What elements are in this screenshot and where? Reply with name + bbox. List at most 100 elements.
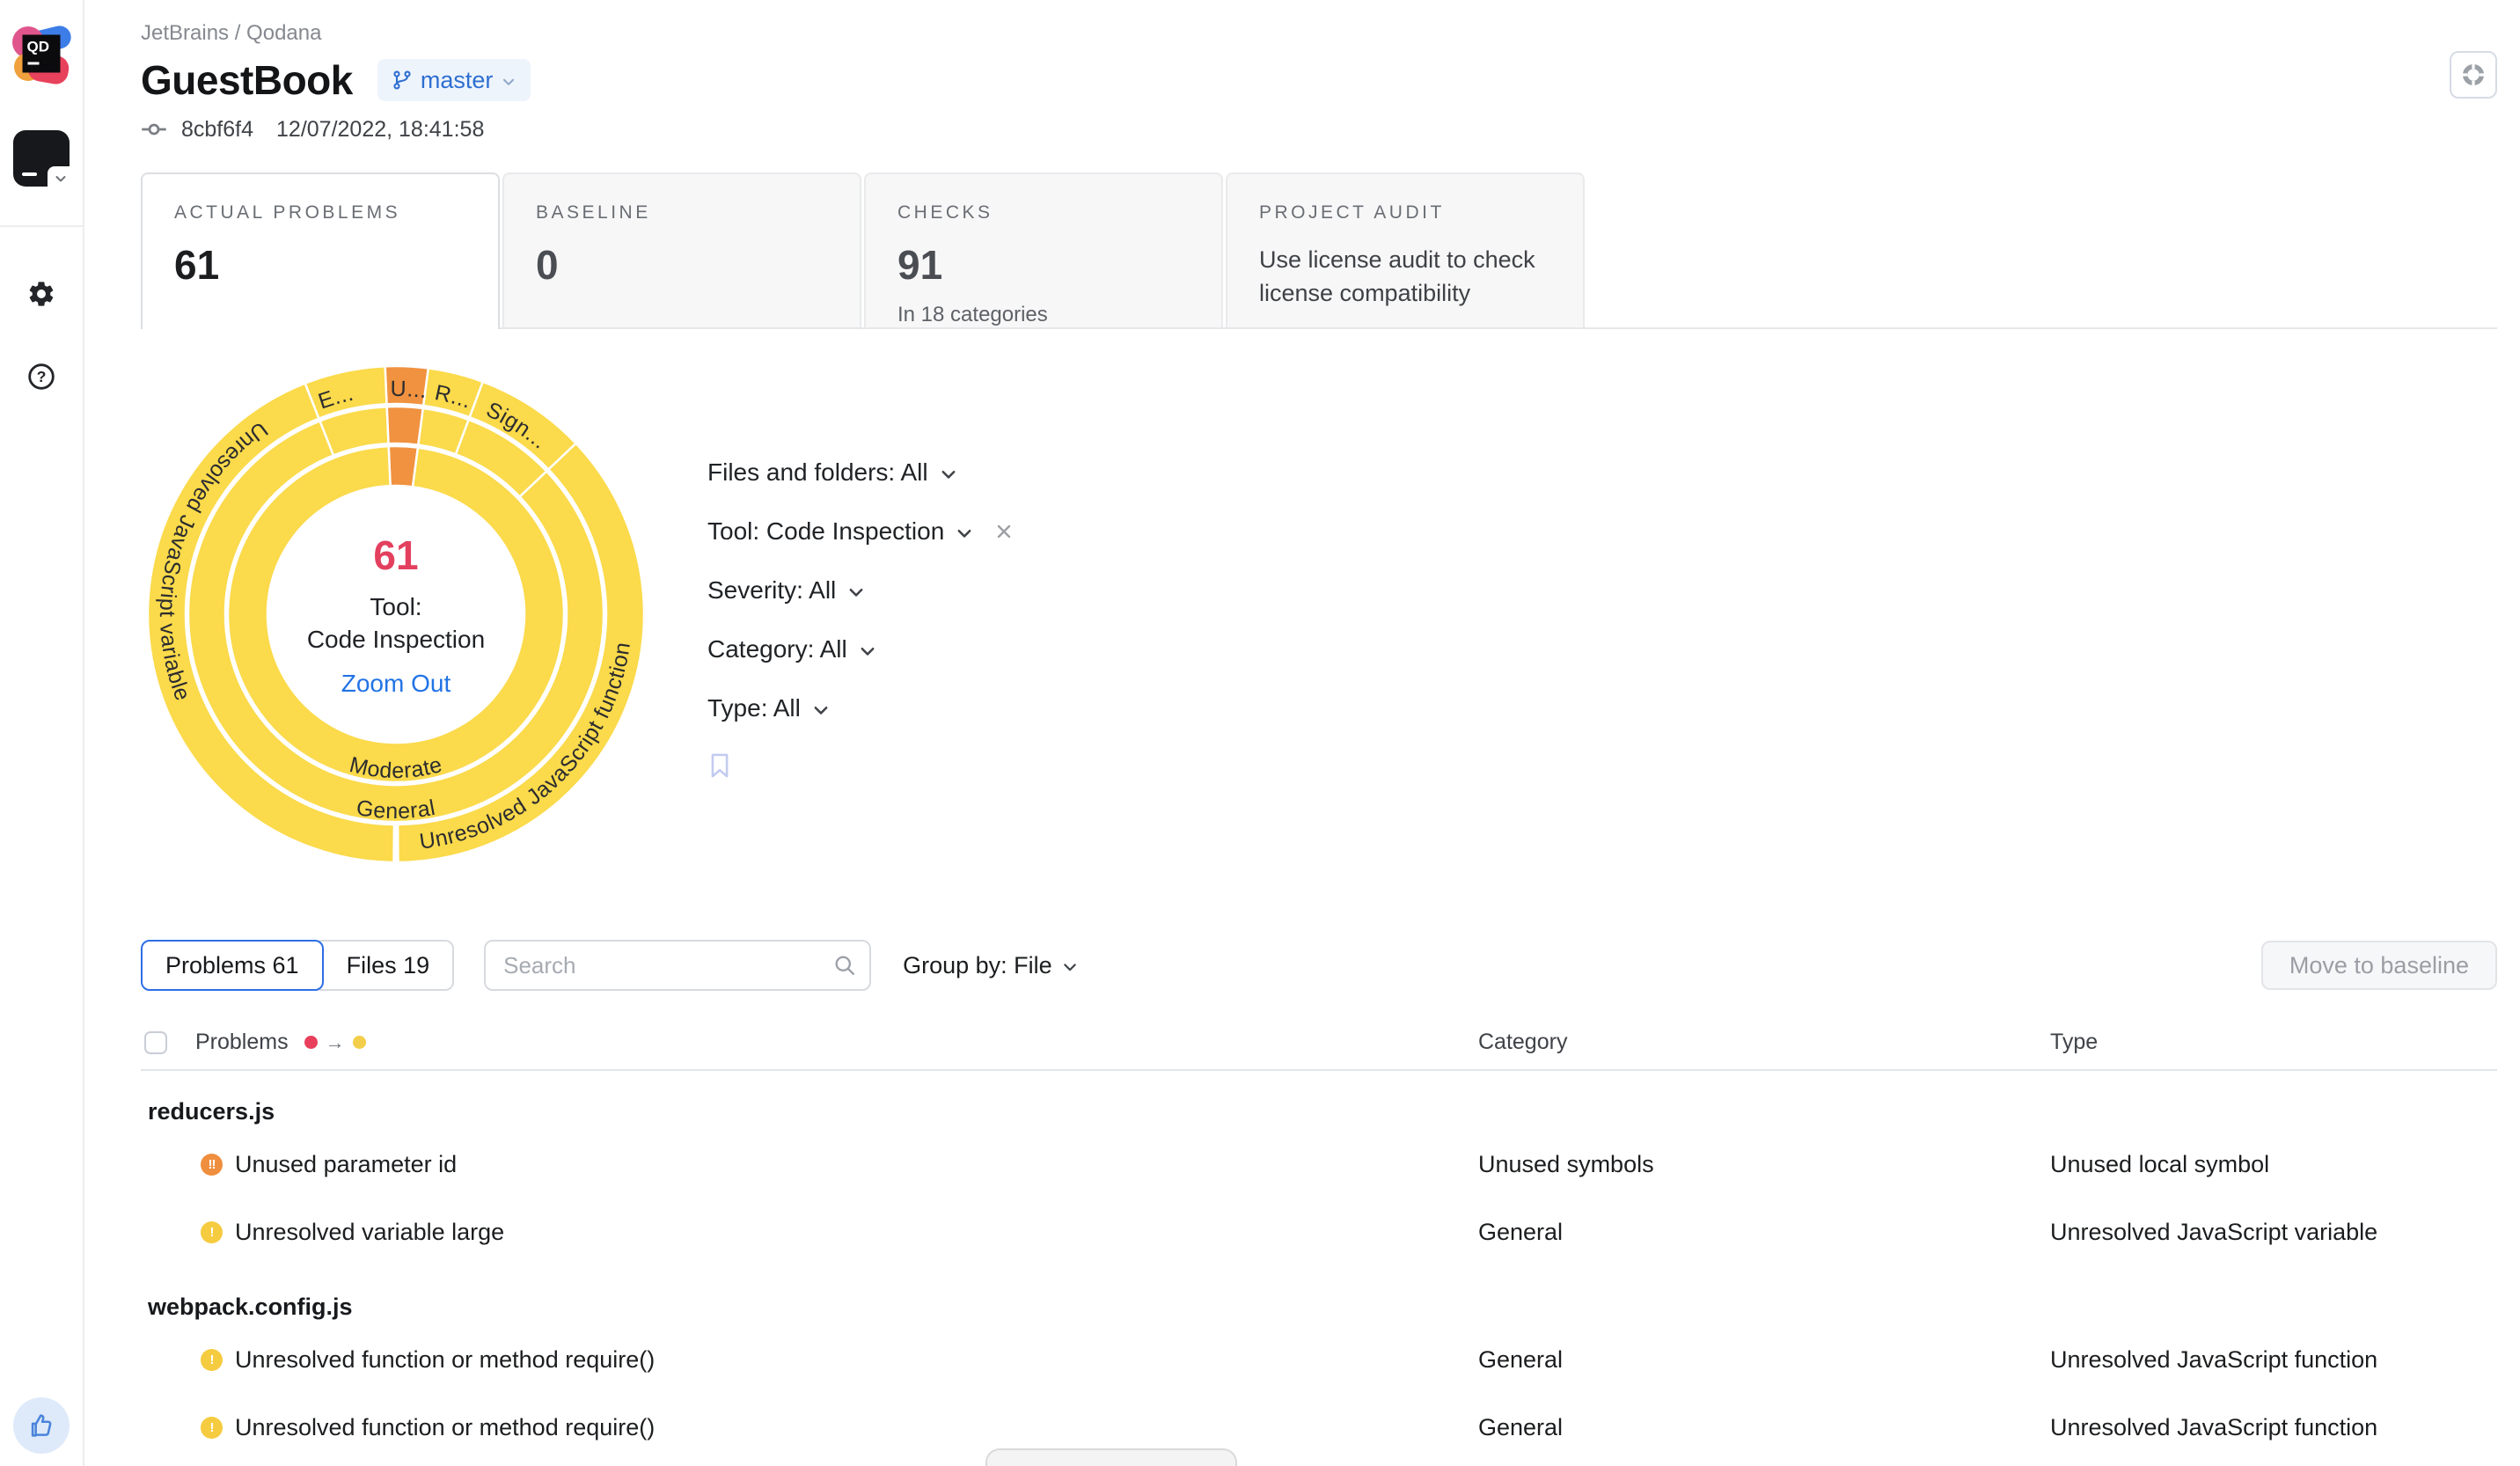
table-row[interactable]: ! Unresolved function or method require(…	[141, 1394, 2497, 1462]
arrow-right-icon: →	[326, 1033, 345, 1052]
severity-moderate-icon: !	[201, 1349, 223, 1371]
branch-selector[interactable]: master	[377, 59, 531, 101]
settings-button[interactable]	[26, 278, 57, 310]
problem-text: Unresolved variable large	[235, 1219, 504, 1246]
branch-name: master	[421, 67, 494, 94]
problem-type: Unresolved JavaScript variable	[2050, 1219, 2497, 1246]
search-icon	[832, 953, 857, 978]
view-switcher: Problems 61 Files 19	[141, 940, 454, 991]
group-by-selector[interactable]: Group by: File	[903, 952, 1079, 979]
column-category: Category	[1478, 1030, 2050, 1055]
feedback-button[interactable]	[13, 1397, 70, 1454]
filter-label: Type: All	[707, 694, 801, 722]
tab-checks[interactable]: CHECKS 91 In 18 categories	[864, 172, 1223, 327]
git-branch-icon	[392, 70, 413, 91]
question-icon: ?	[26, 362, 56, 392]
breadcrumb[interactable]: JetBrains / Qodana	[141, 0, 2497, 46]
page-title: GuestBook	[141, 56, 353, 104]
problems-view-button[interactable]: Problems 61	[141, 940, 324, 991]
problem-type: Unresolved JavaScript function	[2050, 1346, 2497, 1374]
show-more-button[interactable]	[985, 1448, 1237, 1466]
file-group-header[interactable]: reducers.js	[141, 1092, 2497, 1131]
tab-value: 91	[897, 241, 1190, 289]
files-view-button[interactable]: Files 19	[313, 940, 455, 991]
report-tabs: ACTUAL PROBLEMS 61 BASELINE 0 CHECKS 91 …	[141, 172, 2497, 329]
problem-type: Unresolved JavaScript function	[2050, 1414, 2497, 1441]
filter-category[interactable]: Category: All	[707, 634, 877, 664]
chevron-down-icon	[955, 524, 974, 543]
filter-label: Category: All	[707, 635, 847, 663]
commit-icon	[141, 116, 167, 143]
tab-baseline[interactable]: BASELINE 0	[502, 172, 861, 327]
main-content: JetBrains / Qodana GuestBook master 8cbf…	[84, 0, 2520, 1466]
bookmark-icon	[707, 752, 732, 779]
thumbs-up-icon	[26, 1411, 56, 1440]
qodana-report-page: QD ? Jet	[0, 0, 2520, 1466]
problem-type: Unused local symbol	[2050, 1151, 2497, 1178]
severity-moderate-icon: !	[201, 1221, 223, 1243]
support-button[interactable]	[2450, 51, 2497, 99]
close-icon[interactable]	[993, 521, 1015, 542]
column-type: Type	[2050, 1030, 2497, 1055]
file-group-header[interactable]: webpack.config.js	[141, 1287, 2497, 1326]
filter-label: Tool: Code Inspection	[707, 517, 944, 546]
filter-type[interactable]: Type: All	[707, 693, 831, 723]
tab-label: PROJECT AUDIT	[1259, 202, 1551, 224]
filter-label: Severity: All	[707, 576, 836, 605]
problem-category: General	[1478, 1414, 2050, 1441]
group-by-label: Group by: File	[903, 952, 1052, 979]
chevron-down-icon	[939, 465, 958, 484]
severity-sort-control[interactable]: →	[304, 1033, 366, 1052]
tab-description: Use license audit to check license compa…	[1259, 243, 1551, 311]
tab-actual-problems[interactable]: ACTUAL PROBLEMS 61	[141, 172, 500, 329]
filter-severity[interactable]: Severity: All	[707, 575, 866, 605]
commit-timestamp: 12/07/2022, 18:41:58	[276, 117, 484, 143]
qodana-logo-icon[interactable]: QD	[14, 26, 69, 81]
tab-label: BASELINE	[536, 202, 828, 224]
filter-files-and-folders[interactable]: Files and folders: All	[707, 458, 958, 487]
tab-subtext: In 18 categories	[897, 303, 1190, 327]
column-problems: Problems	[195, 1030, 289, 1055]
filter-label: Files and folders: All	[707, 458, 928, 487]
lifebuoy-icon	[2461, 62, 2486, 87]
yellow-severity-dot	[353, 1036, 366, 1049]
tab-project-audit[interactable]: PROJECT AUDIT Use license audit to check…	[1226, 172, 1585, 327]
problem-category: General	[1478, 1346, 2050, 1374]
red-severity-dot	[304, 1036, 318, 1049]
zoom-out-link[interactable]: Zoom Out	[341, 670, 451, 698]
select-all-checkbox[interactable]	[144, 1031, 167, 1054]
logo-text: QD	[27, 39, 50, 55]
table-row[interactable]: !! Unused parameter id Unused symbols Un…	[141, 1131, 2497, 1198]
commit-hash[interactable]: 8cbf6f4	[181, 117, 253, 143]
filter-tool[interactable]: Tool: Code Inspection	[707, 517, 1015, 546]
help-button[interactable]: ?	[26, 361, 57, 392]
tab-label: CHECKS	[897, 202, 1190, 224]
chevron-down-icon	[846, 583, 866, 602]
problem-text: Unused parameter id	[235, 1151, 457, 1178]
filter-panel: Files and folders: All Tool: Code Inspec…	[707, 359, 1015, 869]
sunburst-ring-label: U...	[390, 377, 429, 403]
problem-category: Unused symbols	[1478, 1151, 2050, 1178]
move-to-baseline-button[interactable]: Move to baseline	[2261, 941, 2497, 990]
sidebar: QD ?	[0, 0, 84, 1466]
gear-icon	[26, 279, 56, 309]
sidebar-divider	[0, 225, 84, 227]
table-row[interactable]: ! Unresolved variable large General Unre…	[141, 1198, 2497, 1266]
project-avatar[interactable]	[13, 130, 70, 187]
save-filter-bookmark-button[interactable]	[707, 752, 734, 783]
sunburst-segment[interactable]	[228, 446, 564, 782]
sunburst-segment[interactable]	[387, 407, 423, 445]
severity-high-icon: !!	[201, 1154, 223, 1176]
chevron-down-icon	[811, 700, 831, 720]
tab-label: ACTUAL PROBLEMS	[174, 202, 466, 224]
table-header: Problems → Category Type	[141, 1030, 2497, 1055]
project-switcher-chevron-icon[interactable]	[48, 166, 74, 191]
search-input[interactable]	[484, 940, 871, 991]
sunburst-ring-label: General	[355, 795, 437, 824]
problem-text: Unresolved function or method require()	[235, 1346, 655, 1374]
table-row[interactable]: ! Unresolved function or method require(…	[141, 1326, 2497, 1394]
problem-text: Unresolved function or method require()	[235, 1414, 655, 1441]
sunburst-chart[interactable]: E...U...R...Sign...Unresolved JavaScript…	[141, 359, 651, 869]
table-header-divider	[141, 1069, 2497, 1071]
problem-category: General	[1478, 1219, 2050, 1246]
